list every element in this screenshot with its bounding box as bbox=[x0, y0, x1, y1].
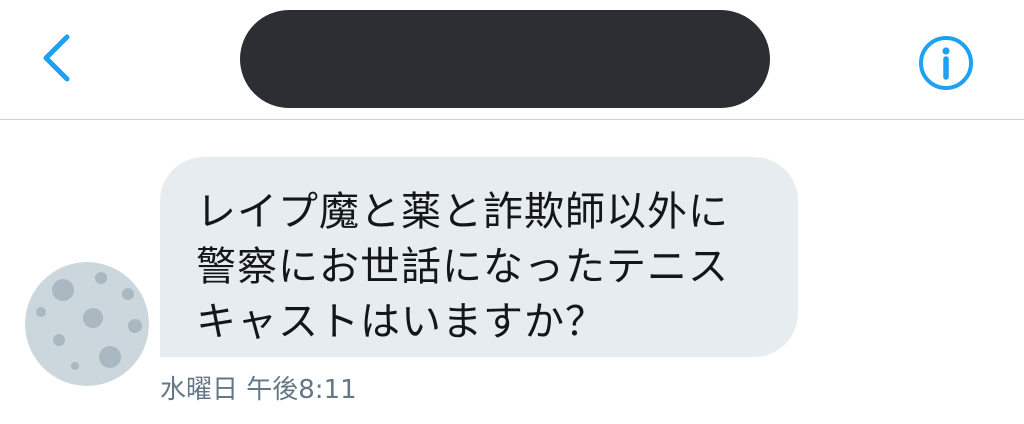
dm-conversation-screen: レイプ魔と薬と詐欺師以外に警察にお世話になったテニスキャストはいますか？ 水曜日… bbox=[0, 0, 1024, 424]
header-divider bbox=[0, 119, 1024, 120]
conversation-title-redacted bbox=[240, 10, 770, 108]
info-button[interactable] bbox=[915, 32, 977, 94]
chevron-left-icon bbox=[43, 34, 70, 82]
message-bubble[interactable]: レイプ魔と薬と詐欺師以外に警察にお世話になったテニスキャストはいますか？ bbox=[160, 157, 798, 357]
message-text: レイプ魔と薬と詐欺師以外に警察にお世話になったテニスキャストはいますか？ bbox=[196, 189, 729, 345]
back-button[interactable] bbox=[28, 26, 84, 90]
conversation-header bbox=[0, 0, 1024, 119]
info-circle-icon bbox=[919, 36, 973, 90]
avatar[interactable] bbox=[25, 262, 149, 386]
message-timestamp: 水曜日 午後8:11 bbox=[160, 375, 357, 405]
moon-avatar-icon bbox=[25, 262, 149, 386]
